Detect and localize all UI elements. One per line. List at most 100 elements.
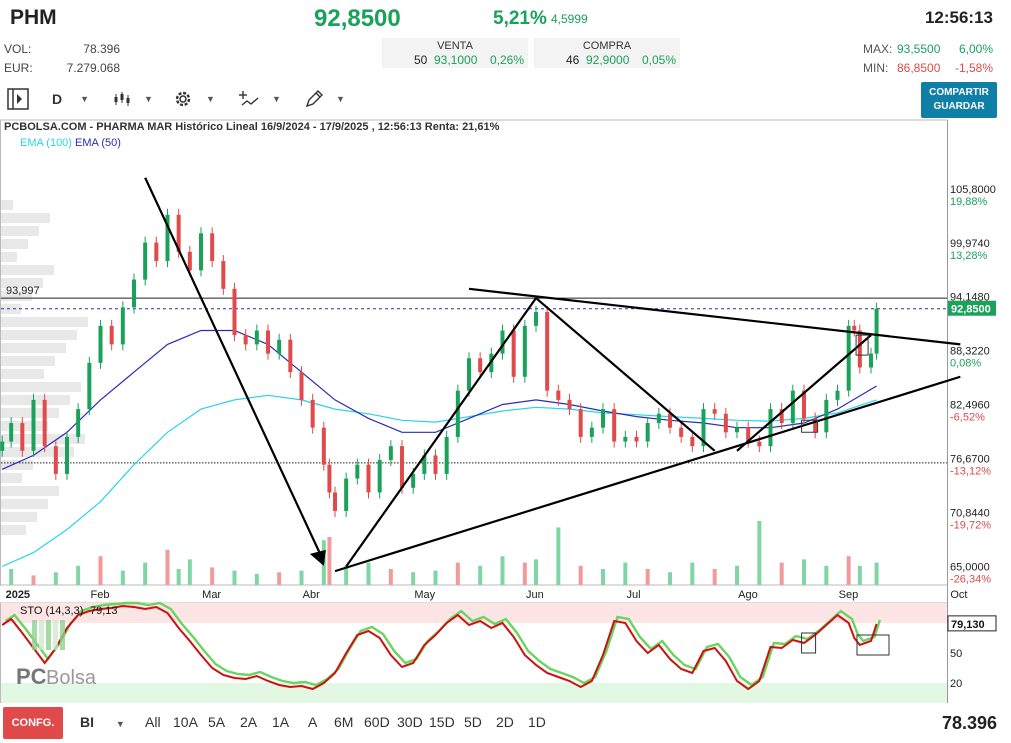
drawn-trendline <box>345 297 537 568</box>
ema50-legend: EMA (50) <box>75 137 121 149</box>
period-button-15d[interactable]: 15D <box>429 714 455 730</box>
period-button-all[interactable]: All <box>145 714 161 730</box>
candle-body <box>545 311 550 391</box>
max-label: MAX: <box>863 42 893 56</box>
volume-bar <box>578 565 583 585</box>
y-tick-percent: 13,28% <box>950 250 988 262</box>
x-tick-label: 2025 <box>6 589 30 601</box>
volume-value: 78.396 <box>83 42 120 56</box>
indicators-selector[interactable]: ▼ <box>238 86 281 112</box>
ticker-symbol: PHM <box>10 6 57 29</box>
candle-body <box>534 311 538 326</box>
candle-body <box>254 330 259 345</box>
candle-body <box>400 446 404 488</box>
change-percent: 5,21% <box>493 8 547 29</box>
period-button-30d[interactable]: 30D <box>397 714 423 730</box>
candle-body <box>634 436 639 442</box>
period-button-5d[interactable]: 5D <box>464 714 482 730</box>
x-tick-label: Oct <box>950 589 967 601</box>
candle-body <box>478 358 483 373</box>
period-button-1d[interactable]: 1D <box>528 714 546 730</box>
period-button-2a[interactable]: 2A <box>240 714 257 730</box>
candle-body <box>757 441 762 447</box>
volume-bar <box>366 562 371 585</box>
candle-body <box>266 330 270 354</box>
volume-profile-bar <box>1 473 22 483</box>
min-pct: -1,58% <box>954 61 993 75</box>
candle-body <box>645 423 650 442</box>
volume-bar <box>76 565 81 585</box>
arrowhead-icon <box>309 549 326 566</box>
volume-bar <box>645 569 650 585</box>
settings-selector[interactable]: ▼ <box>172 86 215 112</box>
y-tick-percent: 19,88% <box>950 196 988 208</box>
y-tick-label: 76,6700 <box>950 453 990 465</box>
candle-body <box>42 399 47 447</box>
period-button-1a[interactable]: 1A <box>272 714 289 730</box>
candle-body <box>154 242 159 262</box>
volume-profile-bar <box>1 421 48 431</box>
chart-type-selector[interactable]: ▼ <box>112 86 153 112</box>
volume-bar <box>623 562 628 585</box>
candle-body <box>511 330 516 377</box>
period-button-60d[interactable]: 60D <box>364 714 390 730</box>
volume-bar <box>874 562 879 585</box>
volume-profile-bar <box>1 525 26 535</box>
volume-bar <box>254 573 259 585</box>
period-button-2d[interactable]: 2D <box>496 714 514 730</box>
bi-selector[interactable]: BI ▼ <box>80 714 125 730</box>
candle-body <box>411 473 416 488</box>
volume-profile-bar <box>1 226 39 236</box>
min-value: 86,8500 <box>897 61 941 75</box>
share-save-button[interactable]: COMPARTIR GUARDAR <box>921 82 997 118</box>
candle-body <box>98 325 103 363</box>
candle-body <box>199 233 203 271</box>
period-button-6m[interactable]: 6M <box>334 714 353 730</box>
period-selector[interactable]: D ▼ <box>52 86 89 112</box>
candle-body <box>120 307 125 345</box>
x-tick-label: Ago <box>738 589 758 601</box>
volume-bar <box>176 569 181 585</box>
candlestick-icon <box>114 92 130 106</box>
bi-label: BI <box>80 714 94 730</box>
volume-profile-bar <box>1 239 28 249</box>
y-tick-label: 65,0000 <box>950 561 990 573</box>
volume-profile-bar <box>1 486 59 496</box>
period-button-10a[interactable]: 10A <box>173 714 198 730</box>
buy-price: 92,9000 <box>586 53 630 67</box>
sto-value-tag-label: 79,130 <box>951 619 985 631</box>
drawing-tools-selector[interactable]: ▼ <box>304 86 345 112</box>
candle-body <box>601 409 605 428</box>
y-tick-percent: -19,72% <box>950 519 991 531</box>
price-chart[interactable]: 105,800019,88%99,974013,28%94,14806,68%8… <box>0 118 1011 703</box>
candle-body <box>355 464 360 479</box>
volume-bar <box>601 569 605 585</box>
volume-profile-bar <box>1 369 44 379</box>
x-tick-label: May <box>414 589 435 601</box>
config-button[interactable]: CONFG. <box>3 707 63 739</box>
candle-body <box>388 446 393 461</box>
y-tick-label: 70,8440 <box>950 507 990 519</box>
candle-body <box>187 251 192 271</box>
volume-bar <box>757 521 762 585</box>
volume-bar <box>846 556 851 585</box>
candle-body <box>723 413 728 433</box>
sto-value-label: 79,13 <box>90 605 118 617</box>
candle-body <box>31 399 36 451</box>
logo-bar <box>53 620 58 650</box>
ema50-line <box>1 329 877 470</box>
panel-toggle-button[interactable] <box>6 86 30 112</box>
bottom-bar: CONFG. BI ▼ All 10A 5A 2A 1A A 6M 60D 30D 15D 5D 2D… <box>0 703 1011 743</box>
sto-label: STO (14,3,3) <box>20 605 83 617</box>
volume-bar <box>31 575 36 585</box>
volume-bar <box>522 562 527 585</box>
candle-body <box>852 325 857 331</box>
period-button-a[interactable]: A <box>308 714 317 730</box>
period-button-5a[interactable]: 5A <box>208 714 225 730</box>
candle-body <box>344 478 349 511</box>
ema-legend: EMA (100) EMA (50) <box>20 137 121 149</box>
max-pct: 6,00% <box>958 42 993 56</box>
candle-body <box>327 464 332 493</box>
drawn-trendline <box>144 177 325 563</box>
candle-body <box>623 436 628 442</box>
